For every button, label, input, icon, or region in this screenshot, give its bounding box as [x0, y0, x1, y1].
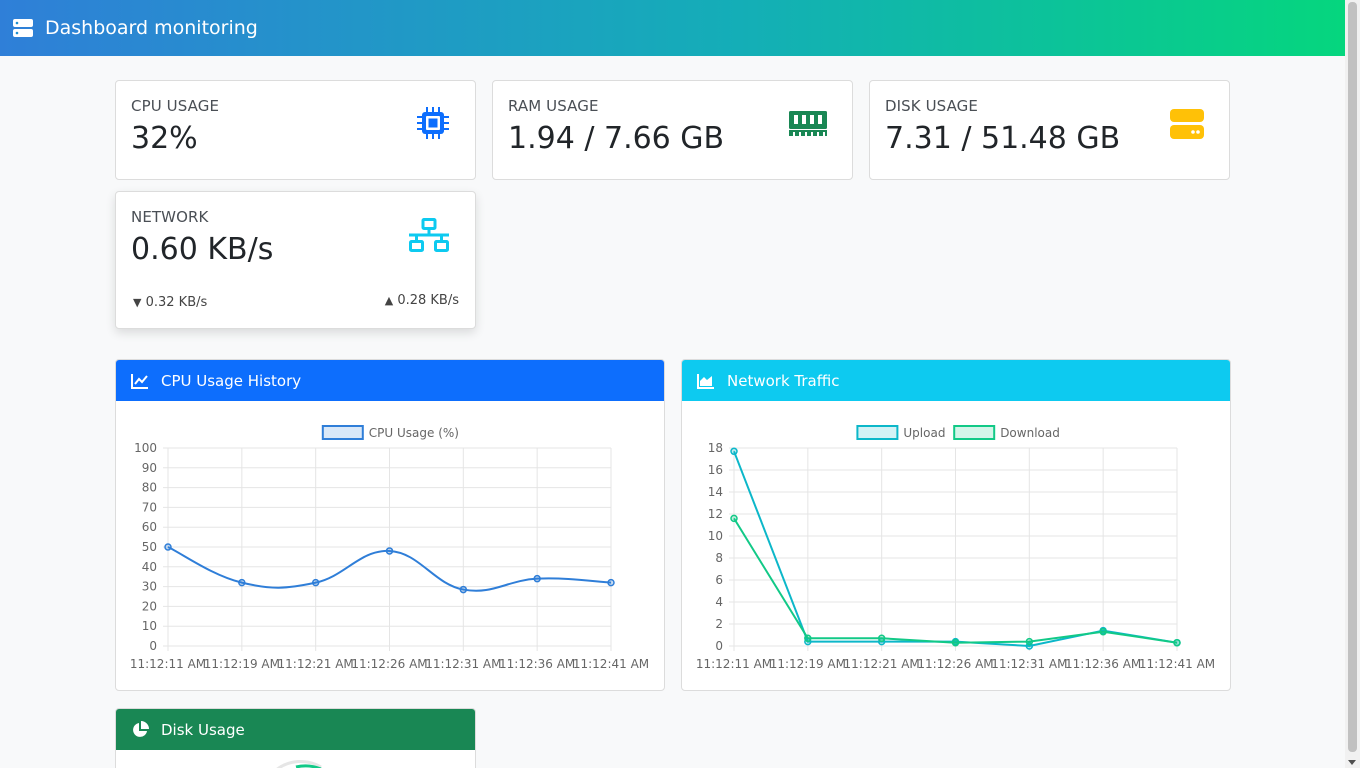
network-download: ▼ 0.32 KB/s — [133, 295, 207, 310]
x-tick-label: 11:12:19 AM — [770, 657, 846, 671]
y-tick-label: 80 — [142, 481, 157, 495]
data-point — [730, 514, 738, 523]
y-tick-label: 50 — [142, 540, 157, 554]
data-point — [730, 447, 738, 456]
network-card: NETWORK 0.60 KB/s ▼ 0.32 KB/s ▲ 0.28 KB/… — [115, 191, 476, 329]
y-tick-label: 4 — [715, 595, 723, 609]
legend-label: Upload — [903, 426, 945, 440]
data-point — [164, 543, 172, 551]
x-tick-label: 11:12:36 AM — [1065, 657, 1141, 671]
x-tick-label: 11:12:21 AM — [278, 657, 354, 671]
y-tick-label: 70 — [142, 500, 157, 514]
legend-label: Download — [1000, 426, 1060, 440]
network-download-value: 0.32 KB/s — [145, 295, 208, 310]
line-chart-icon — [131, 373, 148, 389]
y-tick-label: 18 — [708, 441, 723, 455]
cpu-history-title: CPU Usage History — [161, 371, 302, 390]
legend-swatch — [856, 425, 899, 440]
cpu-icon — [417, 107, 449, 139]
data-point — [951, 638, 960, 647]
y-tick-label: 10 — [708, 529, 723, 543]
x-tick-label: 11:12:26 AM — [917, 657, 993, 671]
data-point — [607, 578, 615, 587]
y-tick-label: 16 — [708, 463, 723, 477]
y-tick-label: 14 — [708, 485, 723, 499]
disk-usage-panel: Disk Usage — [115, 708, 476, 768]
data-point — [1025, 637, 1034, 646]
y-tick-label: 20 — [142, 599, 157, 613]
disk-usage-header: Disk Usage — [116, 709, 475, 750]
y-tick-label: 90 — [142, 461, 157, 475]
y-tick-label: 60 — [142, 520, 157, 534]
legend-swatch — [321, 425, 364, 440]
x-tick-label: 11:12:21 AM — [844, 657, 920, 671]
network-traffic-panel: Network Traffic 0 2 4 6 8 10 12 14 16 18 11:12:11 … — [681, 359, 1231, 691]
y-tick-label: 0 — [715, 639, 723, 653]
y-tick-label: 0 — [149, 639, 157, 653]
x-tick-label: 11:12:11 AM — [696, 657, 772, 671]
y-tick-label: 10 — [142, 619, 157, 633]
disk-usage-card: DISK USAGE 7.31 / 51.48 GB — [869, 80, 1230, 180]
y-tick-label: 40 — [142, 560, 157, 574]
hdd-icon — [1170, 109, 1204, 139]
x-tick-label: 11:12:19 AM — [204, 657, 280, 671]
cpu-history-header: CPU Usage History — [116, 360, 664, 401]
arrow-up-icon: ▲ — [384, 294, 394, 307]
y-tick-label: 12 — [708, 507, 723, 521]
ram-usage-label: RAM USAGE — [508, 97, 599, 115]
network-traffic-title: Network Traffic — [727, 371, 840, 390]
ram-usage-value: 1.94 / 7.66 GB — [508, 121, 725, 156]
data-point — [533, 574, 541, 583]
area-chart-icon — [697, 373, 714, 389]
y-tick-label: 30 — [142, 580, 157, 594]
data-point — [385, 547, 394, 555]
disk-usage-value: 7.31 / 51.48 GB — [885, 121, 1121, 156]
cpu-history-panel: CPU Usage History 0 10 20 30 40 50 60 70 80 90 100… — [115, 359, 665, 691]
cpu-usage-value: 32% — [131, 121, 198, 156]
arrow-down-icon: ▼ — [133, 296, 142, 309]
y-tick-label: 100 — [134, 441, 157, 455]
memory-icon — [789, 111, 827, 136]
network-traffic-chart[interactable]: 02468101214161811:12:11 AM11:12:19 AM11:… — [682, 401, 1230, 690]
data-point — [877, 634, 886, 643]
disk-usage-chart[interactable] — [116, 750, 475, 768]
data-point — [459, 585, 468, 594]
x-tick-label: 11:12:41 AM — [1139, 657, 1215, 671]
pie-chart-icon — [133, 720, 149, 737]
data-point — [804, 634, 812, 643]
scrollbar-thumb[interactable] — [1348, 2, 1357, 752]
network-upload: ▲ 0.28 KB/s — [385, 293, 459, 308]
legend-swatch — [953, 425, 996, 440]
cpu-usage-label: CPU USAGE — [131, 97, 220, 115]
top-navbar: Dashboard monitoring — [0, 0, 1345, 56]
ram-usage-card: RAM USAGE 1.94 / 7.66 GB — [492, 80, 853, 180]
disk-usage-title: Disk Usage — [161, 720, 245, 739]
y-tick-label: 8 — [715, 551, 723, 565]
cpu-history-chart[interactable]: 0 10 20 30 40 50 60 70 80 90 100 11:12:11 AM11:12:1… — [116, 401, 664, 690]
scroll-down-arrow-icon[interactable] — [1348, 760, 1356, 765]
legend-label: CPU Usage (%) — [369, 426, 459, 440]
x-tick-label: 11:12:26 AM — [351, 657, 427, 671]
y-tick-label: 2 — [715, 617, 723, 631]
network-upload-value: 0.28 KB/s — [397, 293, 459, 308]
data-point — [311, 578, 320, 587]
network-traffic-header: Network Traffic — [682, 360, 1230, 401]
data-point — [1099, 627, 1107, 636]
vertical-scrollbar[interactable] — [1345, 0, 1360, 768]
disk-usage-label: DISK USAGE — [885, 97, 978, 115]
x-tick-label: 11:12:31 AM — [425, 657, 501, 671]
y-tick-label: 6 — [715, 573, 723, 587]
network-icon — [409, 218, 449, 252]
x-tick-label: 11:12:11 AM — [130, 657, 206, 671]
data-point — [238, 578, 246, 587]
x-tick-label: 11:12:41 AM — [573, 657, 649, 671]
server-icon — [13, 19, 33, 37]
data-point — [1173, 638, 1181, 647]
x-tick-label: 11:12:36 AM — [499, 657, 575, 671]
x-tick-label: 11:12:31 AM — [991, 657, 1067, 671]
cpu-usage-card: CPU USAGE 32% — [115, 80, 476, 180]
app-title[interactable]: Dashboard monitoring — [45, 17, 258, 39]
